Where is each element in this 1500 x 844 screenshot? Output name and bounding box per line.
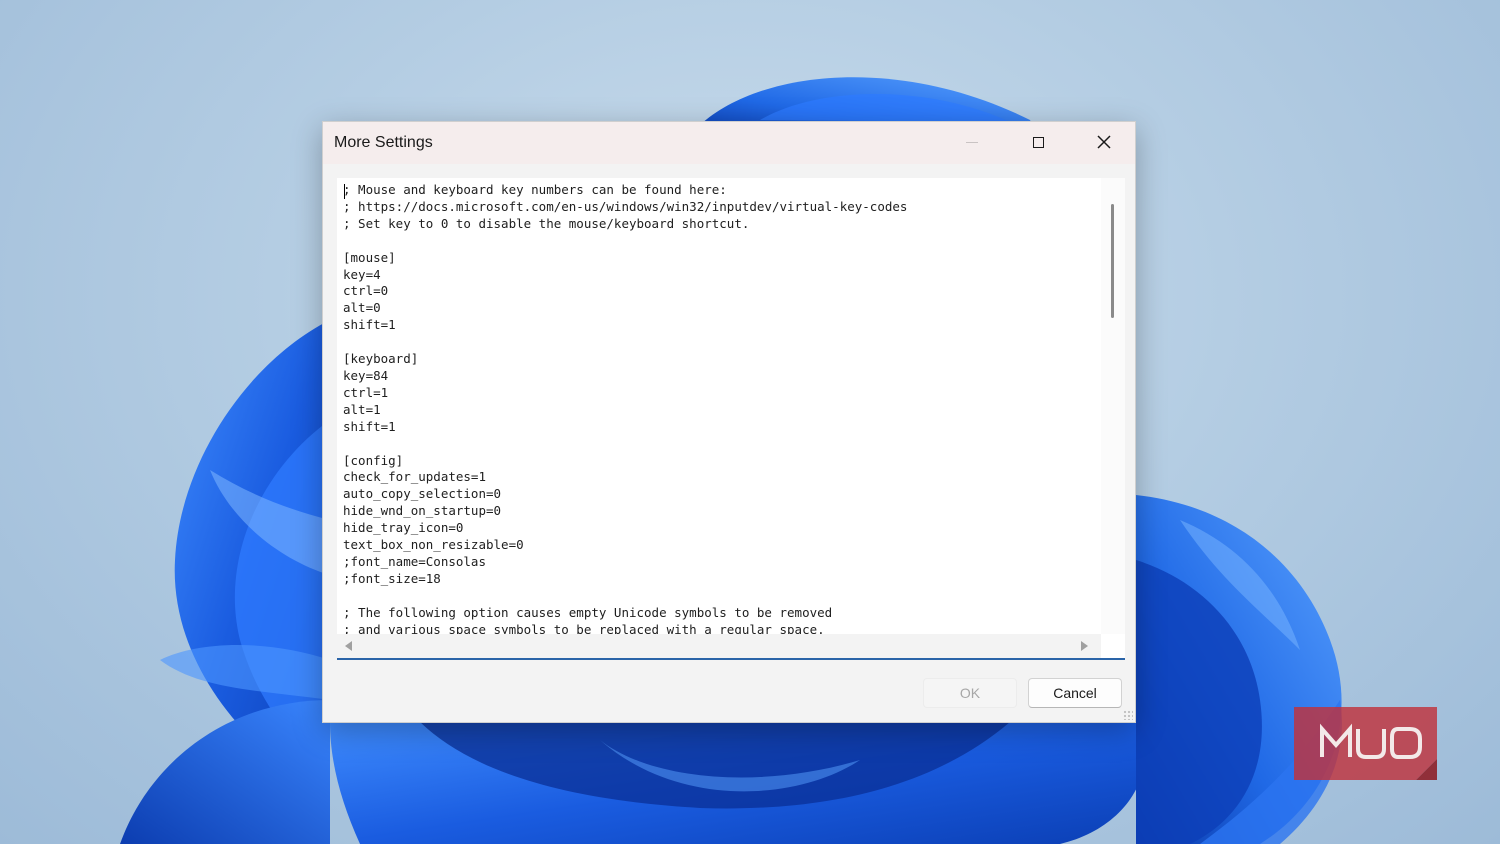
title-bar[interactable]: More Settings xyxy=(323,122,1135,164)
dialog-title: More Settings xyxy=(334,134,433,151)
settings-text-content[interactable]: ; Mouse and keyboard key numbers can be … xyxy=(343,182,1097,634)
maximize-button[interactable] xyxy=(1015,122,1061,162)
horizontal-scrollbar[interactable] xyxy=(337,634,1101,658)
minimize-icon xyxy=(966,141,978,143)
vertical-scrollbar-thumb[interactable] xyxy=(1111,204,1114,318)
scroll-right-arrow-icon[interactable] xyxy=(1081,641,1088,651)
settings-text-area[interactable]: ; Mouse and keyboard key numbers can be … xyxy=(337,178,1125,660)
close-button[interactable] xyxy=(1081,122,1127,162)
resize-grip-icon[interactable] xyxy=(1123,710,1133,720)
muo-watermark-logo xyxy=(1294,707,1437,780)
maximize-icon xyxy=(1032,136,1044,148)
cancel-button[interactable]: Cancel xyxy=(1028,678,1122,708)
text-caret xyxy=(344,184,345,199)
minimize-button[interactable] xyxy=(949,122,995,162)
vertical-scrollbar[interactable] xyxy=(1101,178,1125,634)
ok-button[interactable]: OK xyxy=(923,678,1017,708)
more-settings-dialog: More Settings ; Mouse and keyboard key n… xyxy=(322,121,1136,723)
scroll-left-arrow-icon[interactable] xyxy=(345,641,352,651)
close-icon xyxy=(1097,135,1111,149)
